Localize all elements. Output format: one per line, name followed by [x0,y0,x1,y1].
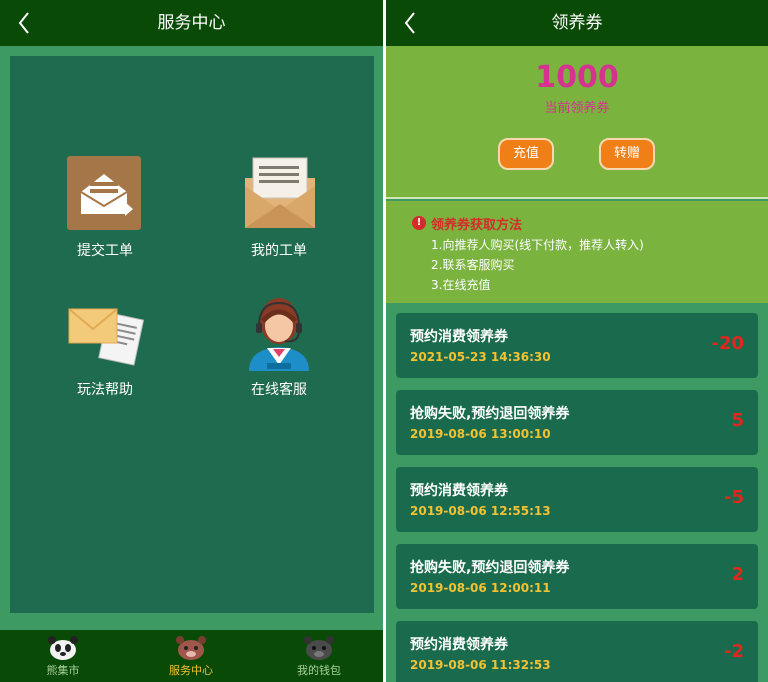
record-amount: -5 [724,487,744,508]
record-title: 抢购失败,预约退回领养券 [410,406,570,422]
bear-icon [174,635,208,661]
service-label: 在线客服 [251,382,307,398]
record-amount: 2 [731,564,744,585]
customer-service-icon [239,293,319,373]
page-title: 服务中心 [157,13,226,33]
help-letter-icon [65,293,145,373]
method-item: 3.在线充值 [431,278,491,292]
submit-ticket-button[interactable]: 提交工单 [35,154,175,260]
submit-ticket-icon [65,154,145,234]
record-item[interactable]: 预约消费领养券 2021-05-23 14:36:30 -20 [396,313,758,378]
gift-button[interactable]: 转赠 [599,138,655,170]
record-time: 2021-05-23 14:36:30 [410,350,551,364]
balance-label: 当前领养券 [544,101,610,116]
record-title: 预约消费领养券 [410,329,508,345]
balance-value: 1000 [535,60,619,95]
nav-market[interactable]: 熊集市 [3,630,123,682]
recharge-button[interactable]: 充值 [498,138,554,170]
record-item[interactable]: 抢购失败,预约退回领养券 2019-08-06 13:00:10 5 [396,390,758,455]
service-grid: 提交工单 我的工单 玩法帮助 在线客服 [10,56,374,613]
record-item[interactable]: 预约消费领养券 2019-08-06 11:32:53 -2 [396,621,758,682]
service-center-screen: 服务中心 提交工单 我的工单 玩法帮助 在线客服 熊集市 服务中心 我的钱包 [0,0,383,682]
record-time: 2019-08-06 12:55:13 [410,504,551,518]
nav-label: 服务中心 [169,664,213,677]
voucher-records: 预约消费领养券 2021-05-23 14:36:30 -20 抢购失败,预约退… [386,303,768,682]
page-title: 领养券 [551,13,603,33]
envelope-icon [239,154,319,234]
service-label: 我的工单 [251,243,307,259]
panda-icon [46,635,80,661]
record-title: 预约消费领养券 [410,637,508,653]
method-item: 1.向推荐人购买(线下付款，推荐人转入) [431,238,644,252]
acquire-methods: ! 领养券获取方法 1.向推荐人购买(线下付款，推荐人转入) 2.联系客服购买 … [386,201,768,303]
nav-wallet[interactable]: 我的钱包 [259,630,379,682]
wallet-bear-icon [302,635,336,661]
record-title: 抢购失败,预约退回领养券 [410,560,570,576]
record-amount: -20 [711,333,744,354]
service-label: 玩法帮助 [77,382,133,398]
service-label: 提交工单 [77,243,133,259]
record-item[interactable]: 抢购失败,预约退回领养券 2019-08-06 12:00:11 2 [396,544,758,609]
voucher-screen: 领养券 1000 当前领养券 充值 转赠 ! 领养券获取方法 1.向推荐人购买(… [386,0,768,682]
record-time: 2019-08-06 13:00:10 [410,427,551,441]
method-item: 2.联系客服购买 [431,258,515,272]
nav-label: 我的钱包 [297,664,341,677]
header: 服务中心 [0,0,383,46]
my-tickets-button[interactable]: 我的工单 [209,154,349,260]
record-time: 2019-08-06 11:32:53 [410,658,551,672]
record-time: 2019-08-06 12:00:11 [410,581,551,595]
bottom-nav: 熊集市 服务中心 我的钱包 [0,630,383,682]
record-item[interactable]: 预约消费领养券 2019-08-06 12:55:13 -5 [396,467,758,532]
methods-title: 领养券获取方法 [431,218,523,233]
alert-icon: ! [412,216,426,230]
nav-label: 熊集市 [46,664,80,677]
header: 领养券 [386,0,768,46]
online-support-button[interactable]: 在线客服 [209,293,349,399]
help-button[interactable]: 玩法帮助 [35,293,175,399]
nav-service-center[interactable]: 服务中心 [131,630,251,682]
record-amount: -2 [724,641,744,662]
balance-card: 1000 当前领养券 充值 转赠 [386,46,768,199]
record-title: 预约消费领养券 [410,483,508,499]
record-amount: 5 [731,410,744,431]
